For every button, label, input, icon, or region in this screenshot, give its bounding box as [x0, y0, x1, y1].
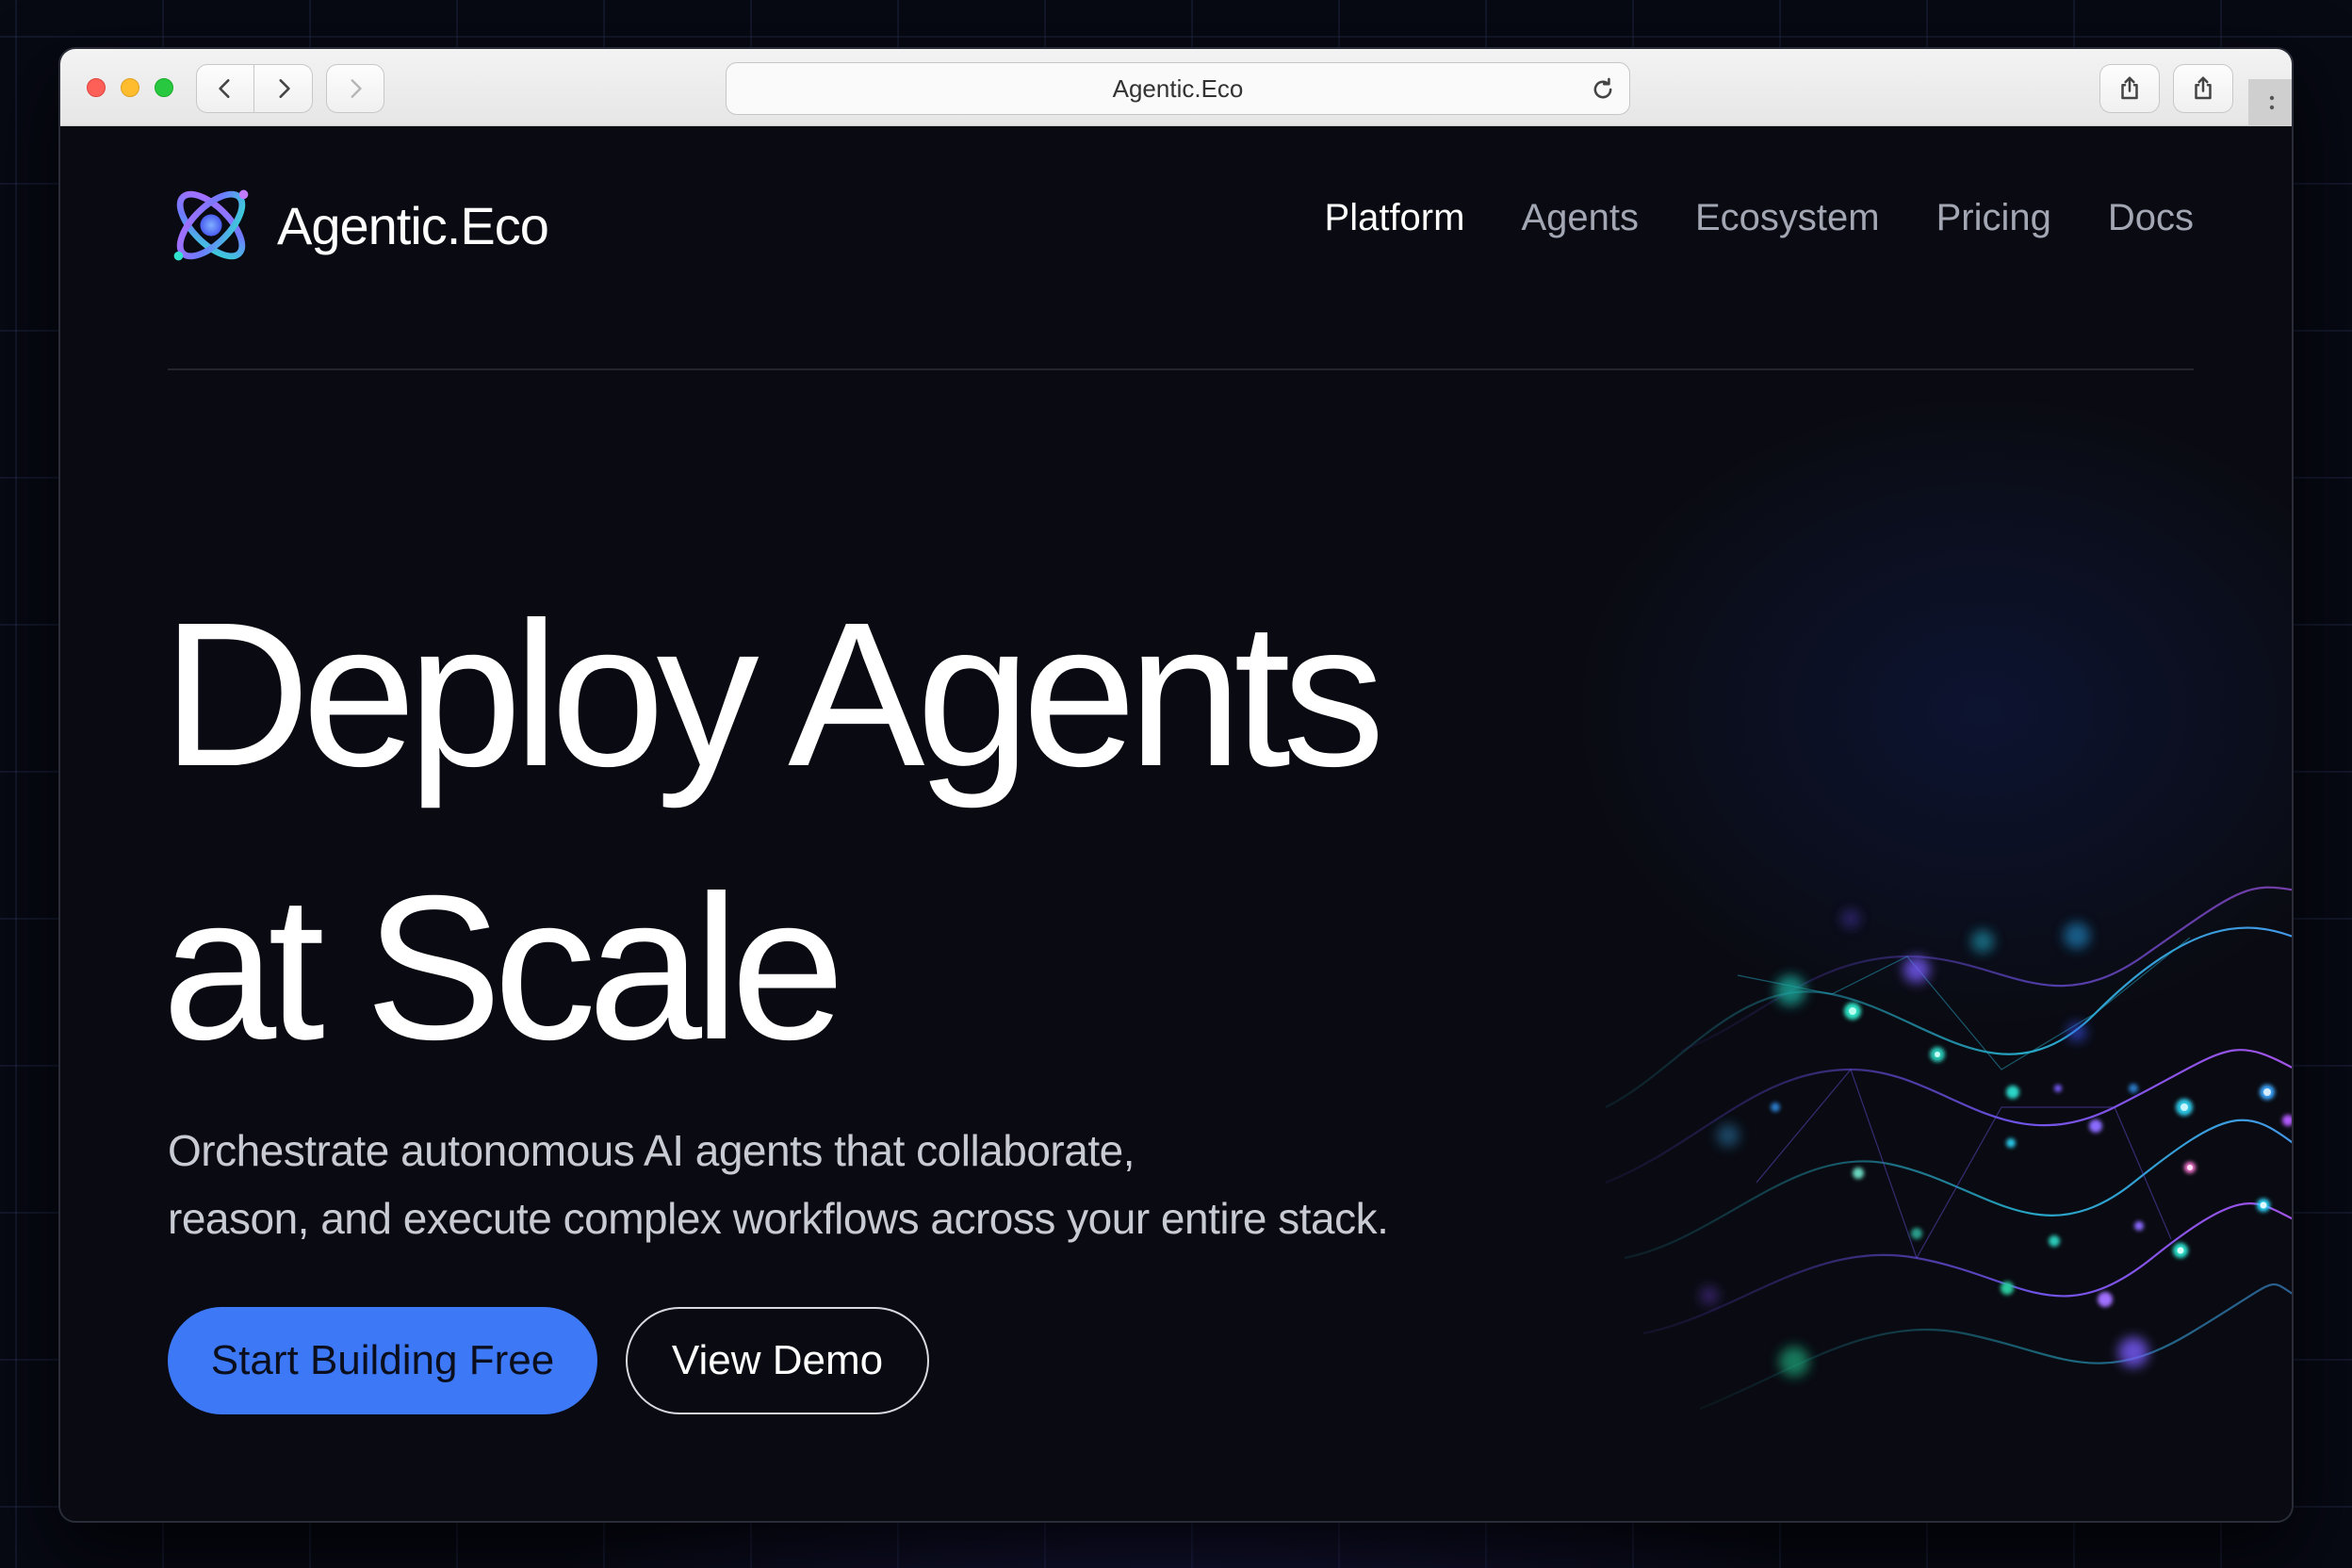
- nav-ecosystem[interactable]: Ecosystem: [1695, 197, 1880, 239]
- web-page: Agentic.Eco Platform Agents Ecosystem Pr…: [60, 127, 2292, 1521]
- address-bar-url: Agentic.Eco: [1112, 74, 1244, 103]
- hero-subtitle: Orchestrate autonomous AI agents that co…: [168, 1117, 1581, 1252]
- chevron-right-icon: [278, 79, 290, 98]
- brand[interactable]: Agentic.Eco: [166, 180, 549, 270]
- chevron-left-icon: [219, 79, 230, 98]
- close-window-button[interactable]: [87, 78, 106, 97]
- share-button[interactable]: [2099, 64, 2160, 113]
- forward-button[interactable]: [254, 64, 313, 113]
- chevron-right-icon: [351, 79, 362, 98]
- back-button[interactable]: [196, 64, 254, 113]
- view-demo-button[interactable]: View Demo: [626, 1307, 929, 1414]
- share-icon: [2195, 76, 2212, 100]
- hero-title-line-1: Deploy Agents: [162, 580, 1385, 809]
- nav-agents[interactable]: Agents: [1521, 197, 1639, 239]
- orbit-atom-icon: [173, 189, 249, 261]
- nav-platform[interactable]: Platform: [1325, 197, 1465, 239]
- maximize-window-button[interactable]: [155, 78, 173, 97]
- hero-subtitle-line-1: Orchestrate autonomous AI agents that co…: [168, 1126, 1135, 1175]
- nav-docs[interactable]: Docs: [2108, 197, 2194, 239]
- browser-toolbar: Agentic.Eco: [60, 49, 2292, 126]
- hero-subtitle-line-2: reason, and execute complex workflows ac…: [168, 1194, 1389, 1243]
- start-building-button[interactable]: Start Building Free: [168, 1307, 597, 1414]
- more-menu-button[interactable]: [2248, 79, 2292, 126]
- browser-window: Agentic.Eco Agentic.Eco Platform Agents …: [58, 47, 2294, 1523]
- header-divider: [168, 368, 2194, 370]
- share-icon: [2121, 76, 2138, 100]
- hero-title-line-2: at Scale: [162, 854, 845, 1083]
- network-illustration: [1606, 886, 2292, 1411]
- main-nav: Platform Agents Ecosystem Pricing Docs: [1325, 197, 2194, 239]
- reload-icon[interactable]: [1590, 76, 1616, 103]
- more-vertical-icon: [2269, 95, 2275, 110]
- address-bar[interactable]: Agentic.Eco: [726, 62, 1630, 115]
- nav-pricing[interactable]: Pricing: [1936, 197, 2051, 239]
- minimize-window-button[interactable]: [121, 78, 139, 97]
- share-button-secondary[interactable]: [2173, 64, 2233, 113]
- hero-title: Deploy Agents at Scale: [162, 559, 1385, 1105]
- forward-disabled-button[interactable]: [326, 64, 384, 113]
- brand-name: Agentic.Eco: [277, 195, 549, 255]
